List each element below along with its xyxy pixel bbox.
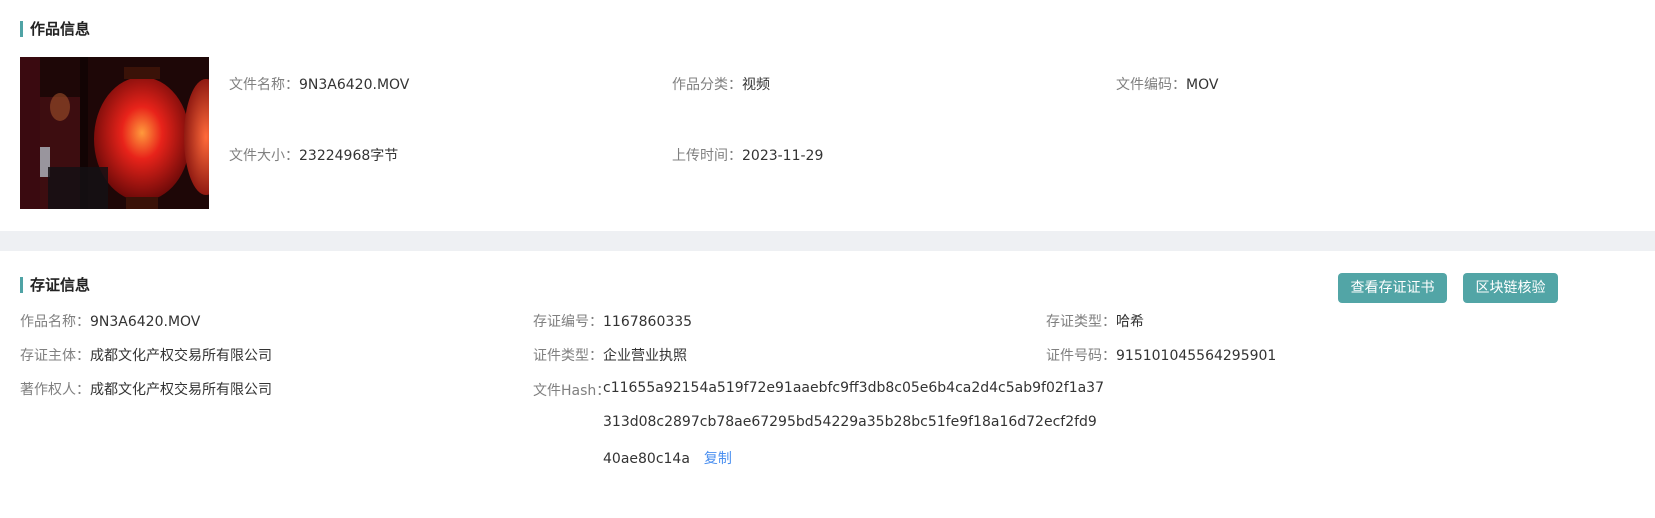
subject-field: 存证主体：成都文化产权交易所有限公司: [20, 345, 272, 365]
encoding-value: MOV: [1186, 77, 1219, 93]
file-hash-line-2: 313d08c2897cb78ae67295bd54229a35b28bc51f…: [603, 414, 1097, 430]
work-name-label: 作品名称：: [20, 314, 90, 330]
evidence-no-label: 存证编号：: [533, 314, 603, 330]
lantern-thumbnail-icon: [20, 57, 209, 209]
cert-type-label: 证件类型：: [533, 348, 603, 364]
cert-type-field: 证件类型：企业营业执照: [533, 345, 687, 365]
upload-time-label: 上传时间：: [672, 148, 742, 164]
subject-value: 成都文化产权交易所有限公司: [90, 348, 272, 364]
file-size-label: 文件大小：: [229, 148, 299, 164]
file-hash-line-3-wrap: 40ae80c14a 复制: [603, 448, 732, 468]
file-hash-line-3: 40ae80c14a: [603, 451, 690, 467]
blockchain-verify-button[interactable]: 区块链核验: [1463, 273, 1558, 303]
work-info-title: 作品信息: [20, 18, 90, 39]
evidence-type-field: 存证类型：哈希: [1046, 311, 1144, 331]
encoding-field: 文件编码：MOV: [1116, 74, 1218, 94]
cert-type-value: 企业营业执照: [603, 348, 687, 364]
file-name-field: 文件名称：9N3A6420.MOV: [229, 74, 409, 94]
copy-hash-link[interactable]: 复制: [704, 451, 732, 467]
subject-label: 存证主体：: [20, 348, 90, 364]
file-name-label: 文件名称：: [229, 77, 299, 93]
cert-no-label: 证件号码：: [1046, 348, 1116, 364]
category-label: 作品分类：: [672, 77, 742, 93]
upload-time-value: 2023-11-29: [742, 148, 824, 164]
video-thumbnail[interactable]: [20, 57, 209, 209]
file-size-value: 23224968字节: [299, 148, 399, 164]
evidence-info-title: 存证信息: [20, 274, 90, 295]
evidence-no-field: 存证编号：1167860335: [533, 311, 692, 331]
cert-no-value: 915101045564295901: [1116, 348, 1277, 364]
category-field: 作品分类：视频: [672, 74, 770, 94]
copyright-holder-field: 著作权人：成都文化产权交易所有限公司: [20, 379, 272, 399]
evidence-no-value: 1167860335: [603, 314, 693, 330]
file-hash-line-1: c11655a92154a519f72e91aaebfc9ff3db8c05e6…: [603, 380, 1104, 396]
file-size-field: 文件大小：23224968字节: [229, 145, 398, 165]
title-accent-bar: [20, 276, 23, 293]
evidence-type-label: 存证类型：: [1046, 314, 1116, 330]
evidence-type-value: 哈希: [1116, 314, 1144, 330]
file-hash-label: 文件Hash：: [533, 383, 611, 399]
upload-time-field: 上传时间：2023-11-29: [672, 145, 823, 165]
section-separator: [0, 231, 1655, 251]
evidence-info-title-text: 存证信息: [30, 276, 91, 294]
work-name-value: 9N3A6420.MOV: [90, 314, 201, 330]
work-name-field: 作品名称：9N3A6420.MOV: [20, 311, 200, 331]
category-value: 视频: [742, 77, 770, 93]
copyright-holder-label: 著作权人：: [20, 382, 90, 398]
copyright-holder-value: 成都文化产权交易所有限公司: [90, 382, 272, 398]
file-name-value: 9N3A6420.MOV: [299, 77, 410, 93]
work-info-title-text: 作品信息: [30, 20, 91, 38]
view-certificate-button[interactable]: 查看存证证书: [1338, 273, 1447, 303]
cert-no-field: 证件号码：915101045564295901: [1046, 345, 1276, 365]
encoding-label: 文件编码：: [1116, 77, 1186, 93]
title-accent-bar: [20, 20, 23, 37]
